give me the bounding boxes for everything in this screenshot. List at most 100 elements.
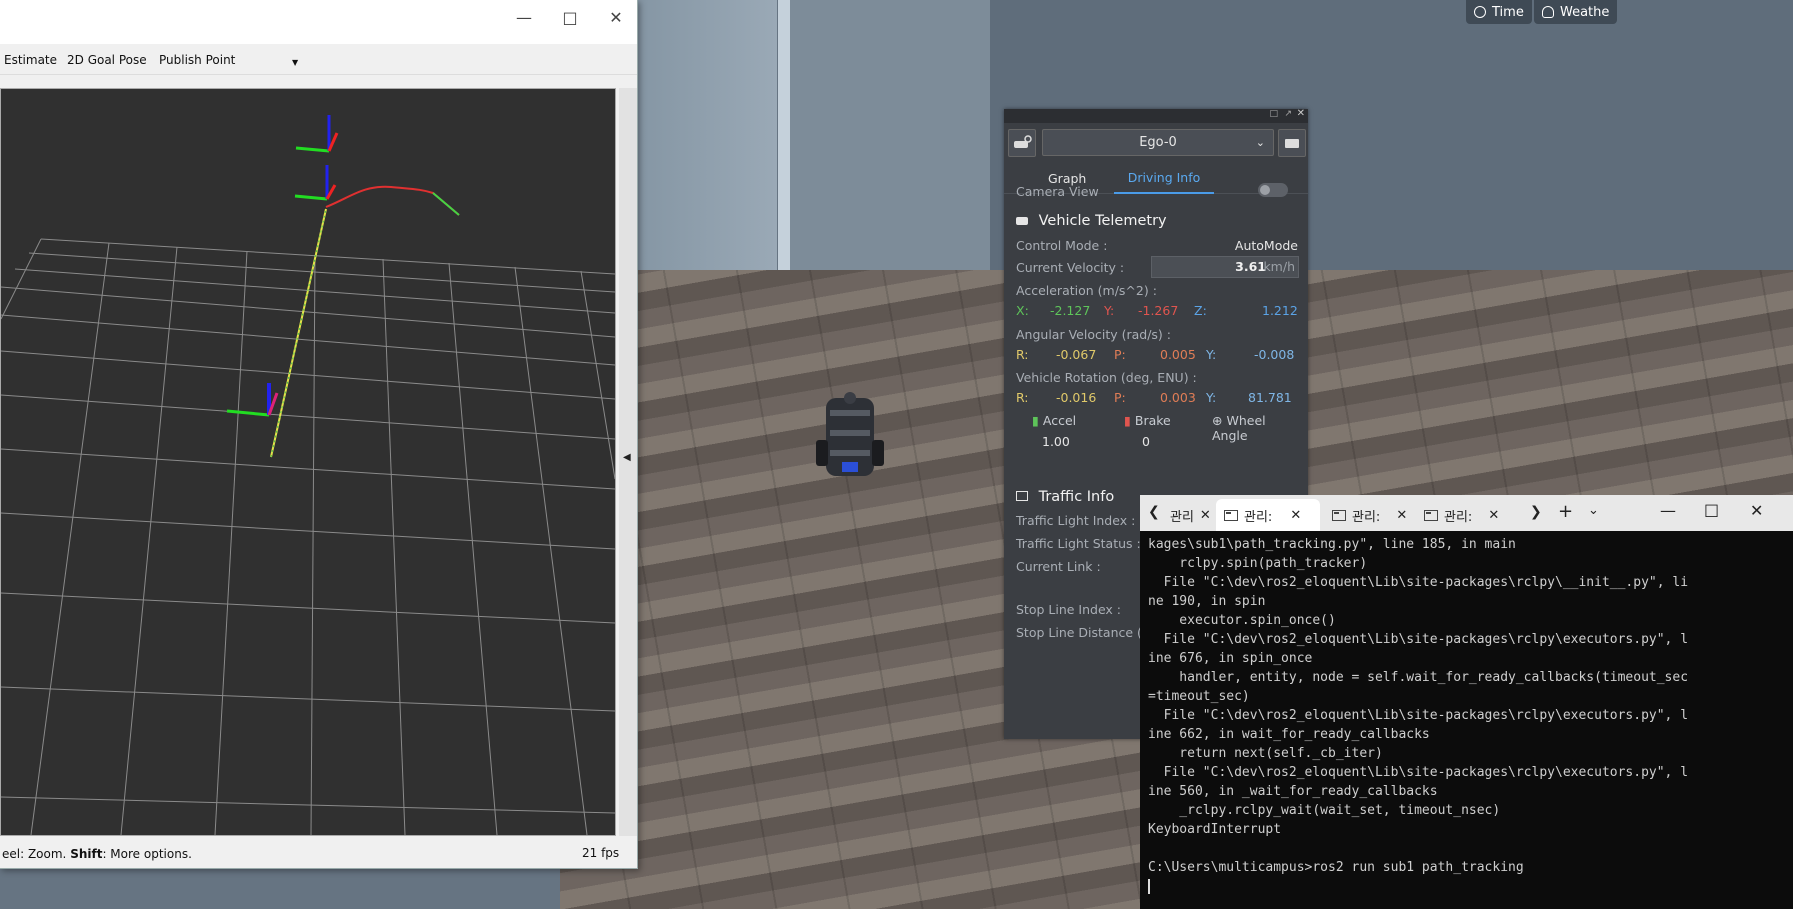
terminal-window: ❮ 관리 ✕ 관리: ✕ 관리: ✕ 관리: ✕ ❯ + ⌄ — □ ✕ kag… [1140, 495, 1793, 909]
rviz-window: — □ ✕ Estimate 2D Goal Pose Publish Poin… [0, 0, 638, 869]
vehicle-select-value: Ego-0 [1139, 135, 1177, 150]
publish-point-tool[interactable]: Publish Point [159, 53, 235, 67]
cloud-icon [1542, 6, 1554, 18]
new-tab-icon[interactable]: + [1558, 501, 1573, 522]
rviz-3d-view[interactable] [0, 88, 616, 836]
accel-y-value: -1.267 [1138, 303, 1179, 318]
rotation-label: Vehicle Rotation (deg, ENU) : [1016, 370, 1197, 385]
chevron-down-icon: ⌄ [1255, 136, 1265, 149]
accel-title: Accel [1042, 413, 1077, 428]
terminal-line: handler, entity, node = self.wait_for_re… [1148, 670, 1689, 685]
tabs-scroll-left-icon[interactable]: ❮ [1148, 504, 1160, 520]
camera-follow-button[interactable] [1278, 129, 1306, 157]
lock-icon[interactable]: □ [1269, 109, 1278, 119]
car-gear-icon [1014, 135, 1032, 148]
minimize-icon[interactable]: — [506, 6, 542, 30]
terminal-line: File "C:\dev\ros2_eloquent\Lib\site-pack… [1148, 708, 1689, 723]
terminal-tab[interactable]: 관리 ✕ [1162, 499, 1219, 531]
terminal-tab-active[interactable]: 관리: ✕ [1216, 499, 1320, 531]
tab-close-icon[interactable]: ✕ [1200, 508, 1211, 523]
traffic-light-status-label: Traffic Light Status : [1016, 536, 1141, 551]
rotation-label-row: Vehicle Rotation (deg, ENU) : [1016, 370, 1298, 385]
ground-grid [0, 238, 616, 836]
rviz-toolbar: Estimate 2D Goal Pose Publish Point ▼ [0, 44, 637, 75]
maximize-icon[interactable]: □ [1704, 500, 1719, 519]
tab-close-icon[interactable]: ✕ [1488, 508, 1499, 523]
cmd-icon [1224, 509, 1238, 521]
terminal-tabbar: ❮ 관리 ✕ 관리: ✕ 관리: ✕ 관리: ✕ ❯ + ⌄ — □ ✕ [1140, 495, 1793, 531]
stop-line-distance-label: Stop Line Distance (m [1016, 625, 1155, 640]
tf-axis-robot [226, 383, 279, 417]
accel-pedal-icon: ▮ [1032, 413, 1039, 428]
accel-value: 1.00 [1042, 434, 1070, 449]
rotation-y-label: Y: [1206, 390, 1217, 405]
terminal-line: File "C:\dev\ros2_eloquent\Lib\site-pack… [1148, 632, 1689, 647]
side-panel-handle[interactable]: ◀ [619, 88, 637, 836]
wheel-header: ⊕ Wheel Angle [1212, 413, 1298, 443]
terminal-line: executor.spin_once() [1148, 613, 1336, 628]
velocity-field: 3.61 km/h [1151, 256, 1299, 278]
panel-close-icon[interactable]: ✕ [1297, 108, 1305, 119]
traffic-icon [1016, 491, 1028, 501]
camera-view-toggle[interactable] [1258, 183, 1288, 197]
camera-view-row: Camera View [1016, 183, 1298, 199]
tabs-scroll-right-icon[interactable]: ❯ [1530, 504, 1542, 520]
accel-y-label: Y: [1104, 303, 1115, 318]
terminal-tab-label: 관리: [1244, 509, 1273, 525]
accel-z-label: Z: [1194, 303, 1207, 318]
close-icon[interactable]: ✕ [1750, 501, 1763, 520]
tab-close-icon[interactable]: ✕ [1290, 508, 1301, 523]
terminal-cursor-line[interactable] [1148, 877, 1785, 896]
robot-model [816, 392, 884, 476]
angvel-r-value: -0.067 [1056, 347, 1097, 362]
hint-suffix: : More options. [102, 847, 192, 861]
clock-icon [1474, 6, 1486, 18]
goal-pose-tool[interactable]: 2D Goal Pose [67, 53, 147, 67]
tf-axis-mid [294, 165, 337, 201]
minimize-icon[interactable]: — [1660, 501, 1676, 520]
toolbar-dropdown-icon[interactable]: ▼ [292, 58, 298, 67]
terminal-line: rclpy.spin(path_tracker) [1148, 556, 1368, 571]
terminal-line: return next(self._cb_iter) [1148, 746, 1383, 761]
brake-value: 0 [1142, 434, 1150, 449]
terminal-tab[interactable]: 관리: ✕ [1416, 499, 1507, 531]
local-path-green [432, 192, 460, 216]
popout-icon[interactable]: ↗ [1284, 109, 1292, 119]
camera-view-label: Camera View [1016, 184, 1099, 199]
close-icon[interactable]: ✕ [598, 6, 634, 30]
traffic-title: Traffic Info [1038, 489, 1115, 505]
maximize-icon[interactable]: □ [552, 6, 588, 30]
time-badge[interactable]: Time [1466, 0, 1532, 24]
rviz-titlebar[interactable]: — □ ✕ [0, 0, 637, 44]
accel-z-value: 1.212 [1262, 303, 1298, 318]
terminal-line: ine 676, in spin_once [1148, 651, 1313, 666]
velocity-label: Current Velocity : [1016, 260, 1125, 275]
terminal-tab[interactable]: 관리: ✕ [1324, 499, 1415, 531]
pose-estimate-tool[interactable]: Estimate [4, 53, 57, 67]
acceleration-label: Acceleration (m/s^2) : [1016, 283, 1157, 298]
hint-prefix: eel: Zoom. [2, 847, 71, 861]
cmd-icon [1424, 509, 1438, 521]
steering-wheel-icon: ⊕ [1212, 413, 1223, 428]
vehicle-select[interactable]: Ego-0 ⌄ [1042, 129, 1274, 156]
sim-wall-left [637, 0, 777, 310]
tab-close-icon[interactable]: ✕ [1396, 508, 1407, 523]
text-cursor [1148, 879, 1150, 894]
velocity-row: Current Velocity : 3.61 km/h [1016, 256, 1299, 278]
weather-badge[interactable]: Weathe [1534, 0, 1618, 24]
angvel-p-value: 0.005 [1160, 347, 1196, 362]
terminal-line: =timeout_sec) [1148, 689, 1250, 704]
vehicle-settings-button[interactable] [1008, 129, 1036, 157]
collapse-arrow-icon[interactable]: ◀ [623, 452, 631, 463]
angvel-y-label: Y: [1206, 347, 1217, 362]
terminal-output[interactable]: kages\sub1\path_tracking.py", line 185, … [1140, 531, 1793, 900]
cmd-icon [1332, 509, 1346, 521]
angvel-p-label: P: [1114, 347, 1126, 362]
terminal-line: ine 560, in _wait_for_ready_callbacks [1148, 784, 1438, 799]
tab-dropdown-icon[interactable]: ⌄ [1588, 503, 1599, 518]
panel-header[interactable]: □ ↗ ✕ [1004, 108, 1308, 123]
control-mode-value: AutoMode [1234, 238, 1298, 253]
rotation-p-label: P: [1114, 390, 1126, 405]
rotation-p-value: 0.003 [1160, 390, 1196, 405]
control-mode-row: Control Mode : AutoMode [1016, 238, 1298, 253]
